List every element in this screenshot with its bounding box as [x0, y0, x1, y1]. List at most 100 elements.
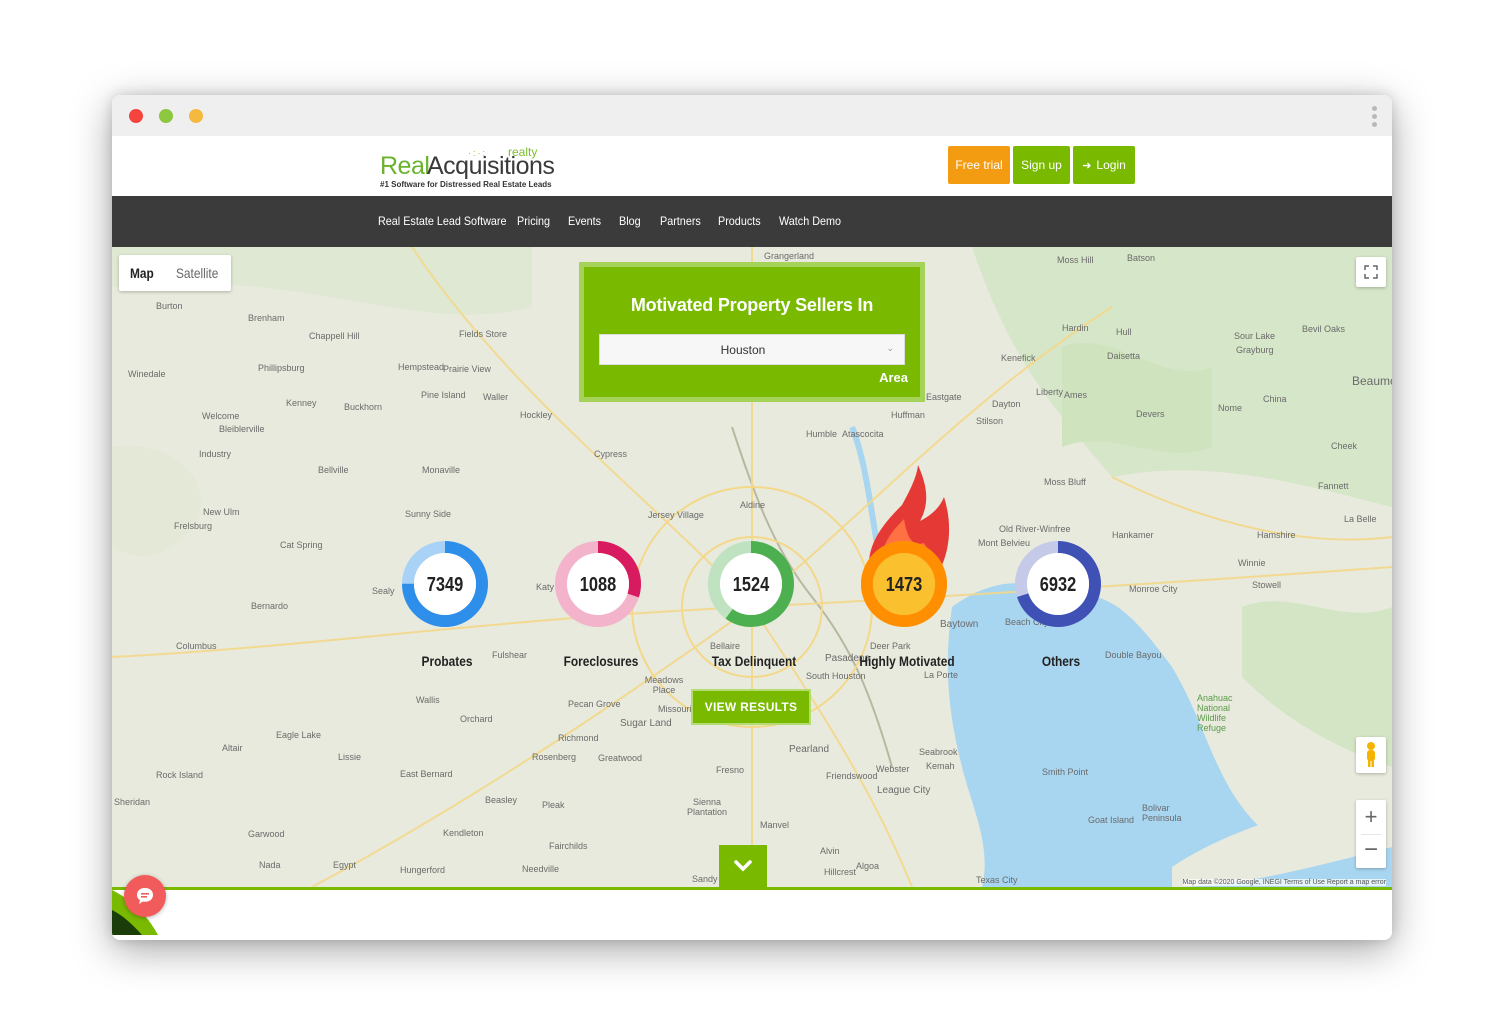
map-label: Hardin	[1062, 323, 1089, 333]
map-label: Webster	[876, 764, 910, 774]
scroll-down-button[interactable]	[719, 845, 767, 887]
map-label: Pleak	[542, 800, 565, 810]
map-label: Monroe City	[1129, 584, 1178, 594]
map-label: Hull	[1116, 327, 1132, 337]
map-label: Grayburg	[1236, 345, 1274, 355]
map-label: Friendswood	[826, 771, 878, 781]
map-label: Kenefick	[1001, 353, 1036, 363]
map-label: Sienna Plantation	[687, 797, 728, 817]
map-label: Moss Bluff	[1044, 477, 1086, 487]
map-label: Bernardo	[251, 601, 289, 611]
close-window-dot[interactable]	[129, 109, 143, 123]
map-label: Fields Store	[459, 329, 508, 339]
map-label: Jersey Village	[648, 510, 704, 520]
map-label: Columbus	[176, 641, 217, 651]
map-label: Hamshire	[1257, 530, 1296, 540]
zoom-control: + −	[1356, 800, 1386, 868]
nav-item-products[interactable]: Products	[718, 214, 761, 228]
map-label: Richmond	[558, 733, 599, 743]
map-label: Frelsburg	[174, 521, 213, 531]
map-label: Old River-Winfree	[999, 524, 1071, 534]
site-logo[interactable]: Real Acquisitions ·:·: realty #1 Softwar…	[380, 145, 560, 191]
nav-item-blog[interactable]: Blog	[619, 214, 641, 228]
map-label: Lissie	[338, 752, 362, 762]
map-type-satellite-button[interactable]: Satellite	[176, 265, 218, 281]
login-button[interactable]: ➜ Login	[1073, 146, 1135, 184]
map-label: Atascocita	[842, 429, 884, 439]
area-select-value: Houston	[720, 343, 766, 357]
logo-tagline: #1 Software for Distressed Real Estate L…	[380, 180, 552, 189]
page-below-fold	[112, 890, 1392, 940]
map-label: Welcome	[202, 411, 240, 421]
map-label: Sugar Land	[620, 718, 672, 729]
map-label: Alvin	[820, 846, 840, 856]
more-vertical-icon[interactable]	[1370, 104, 1378, 128]
map-label: Meadows Place	[644, 675, 684, 695]
map-label: Beasley	[485, 795, 518, 805]
view-results-button[interactable]: VIEW RESULTS	[691, 689, 811, 725]
maximize-window-dot[interactable]	[189, 109, 203, 123]
map-label: Bellaire	[710, 641, 741, 651]
map-label: Grangerland	[764, 251, 815, 261]
map-label: Egypt	[333, 860, 357, 870]
map-label: Sunny Side	[405, 509, 452, 519]
map-label: Fresno	[716, 765, 745, 775]
map-label: New Ulm	[203, 507, 240, 517]
map-label: Goat Island	[1088, 815, 1135, 825]
map-label: Orchard	[460, 714, 493, 724]
map-label: Texas City	[976, 875, 1018, 885]
map-type-map-button[interactable]: Map	[130, 265, 154, 281]
zoom-out-icon[interactable]: −	[1356, 834, 1386, 868]
map-label: Monaville	[422, 465, 461, 475]
map-label: Deer Park	[870, 641, 911, 651]
map-label: Beaumont	[1352, 374, 1392, 388]
chevron-down-icon: ⌄	[886, 343, 894, 353]
sign-up-label: Sign up	[1021, 158, 1062, 172]
map-label: Mont Belvieu	[978, 538, 1031, 548]
map-label: Anahuac National Wildlife Refuge	[1197, 693, 1233, 733]
map-label: Hillcrest	[824, 867, 857, 877]
stat-label-tax-delinquent: Tax Delinquent	[711, 653, 797, 669]
map-label: Rock Island	[156, 770, 204, 780]
map-label: Stowell	[1252, 580, 1282, 590]
chat-icon	[137, 888, 153, 904]
map-attribution[interactable]: Map data ©2020 Google, INEGI Terms of Us…	[1182, 879, 1386, 886]
map-label: Liberty	[1036, 387, 1064, 397]
title-bar	[112, 95, 1392, 136]
map-label: Dayton	[992, 399, 1021, 409]
map-label: Beach City	[1005, 617, 1049, 627]
map-label: Baytown	[940, 619, 979, 630]
map-label: Bevil Oaks	[1302, 324, 1346, 334]
nav-item-watch-demo[interactable]: Watch Demo	[779, 214, 841, 228]
zoom-in-icon[interactable]: +	[1356, 800, 1386, 834]
map-label: League City	[877, 785, 931, 796]
map-area[interactable]: Burton Brenham Chappell Hill Fields Stor…	[112, 247, 1392, 887]
nav-item-pricing[interactable]: Pricing	[517, 214, 550, 228]
map-label: Cypress	[594, 449, 628, 459]
map-label: Winnie	[1238, 558, 1266, 568]
map-label: Hankamer	[1112, 530, 1154, 540]
map-label: Pine Island	[421, 390, 466, 400]
nav-item-lead-software[interactable]: Real Estate Lead Software	[378, 214, 506, 228]
map-label: Smith Point	[1042, 767, 1089, 777]
map-label: Nada	[259, 860, 281, 870]
chat-button[interactable]	[124, 875, 166, 917]
sign-up-button[interactable]: Sign up	[1013, 146, 1070, 184]
site-header: Real Acquisitions ·:·: realty #1 Softwar…	[112, 136, 1392, 196]
map-label: Eastgate	[926, 392, 962, 402]
map-label: Chappell Hill	[309, 331, 360, 341]
free-trial-button[interactable]: Free trial	[948, 146, 1010, 184]
area-label: Area	[879, 370, 908, 385]
login-icon: ➜	[1082, 159, 1092, 172]
map-label: Industry	[199, 449, 232, 459]
fullscreen-icon[interactable]	[1356, 257, 1386, 287]
nav-item-partners[interactable]: Partners	[660, 214, 701, 228]
street-view-icon[interactable]	[1356, 737, 1386, 773]
stat-label-others: Others	[1041, 653, 1081, 669]
map-label: Nome	[1218, 403, 1243, 413]
area-select[interactable]: Houston ⌄	[599, 334, 905, 365]
map-label: Bolivar Peninsula	[1142, 803, 1182, 823]
map-label: La Porte	[924, 670, 959, 680]
minimize-window-dot[interactable]	[159, 109, 173, 123]
nav-item-events[interactable]: Events	[568, 214, 601, 228]
